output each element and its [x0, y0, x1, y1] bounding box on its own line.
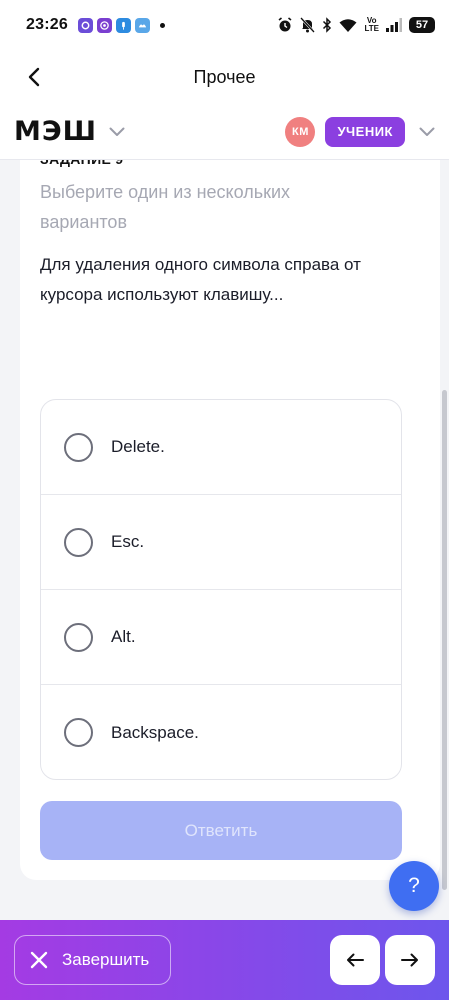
status-time: 23:26: [26, 16, 68, 33]
status-bar: 23:26 Vo LTE 57: [0, 0, 449, 50]
scrollbar[interactable]: [442, 390, 447, 890]
radio-button[interactable]: [64, 718, 93, 747]
signal-icon: [386, 18, 402, 32]
answer-option[interactable]: Delete.: [41, 400, 401, 495]
submit-button[interactable]: Ответить: [40, 801, 402, 860]
option-label: Esc.: [111, 532, 145, 551]
page-title: Прочее: [193, 66, 256, 87]
user-chevron-down-icon[interactable]: [419, 127, 435, 137]
radio-button[interactable]: [64, 432, 93, 462]
app-icon-3: [115, 17, 131, 33]
wifi-icon: [339, 18, 357, 33]
prev-button[interactable]: [330, 935, 380, 985]
status-app-icons: [77, 17, 165, 33]
answer-option[interactable]: Esc.: [41, 495, 401, 590]
chevron-left-icon: [28, 67, 40, 87]
volte-indicator: Vo LTE: [364, 16, 379, 33]
bottom-bar: Завершить: [0, 920, 449, 1000]
app-icon-1: [77, 17, 93, 33]
app-bar: МЭШ КМ УЧЕНИК: [0, 104, 449, 160]
radio-button[interactable]: [64, 527, 93, 557]
answer-options: Delete. Esc. Alt. Backspace.: [40, 399, 402, 780]
bluetooth-icon: [322, 17, 332, 33]
app-icon-2: [96, 17, 112, 33]
next-button[interactable]: [385, 935, 435, 985]
help-button[interactable]: ?: [389, 861, 439, 911]
finish-button[interactable]: Завершить: [14, 935, 171, 985]
mute-icon: [300, 17, 316, 33]
answer-option[interactable]: Alt.: [41, 590, 401, 685]
option-label: Delete.: [111, 437, 165, 456]
battery-icon: 57: [409, 17, 435, 33]
logo-chevron-down-icon[interactable]: [109, 127, 125, 137]
option-label: Alt.: [111, 627, 136, 646]
nav-header: Прочее: [0, 50, 449, 104]
question-text: Для удаления одного символа справа от ку…: [40, 255, 361, 304]
task-card: ЗАДАНИЕ 9 Выберите один из нескольких ва…: [20, 150, 440, 880]
notification-dot: [159, 22, 165, 28]
answer-option[interactable]: Backspace.: [41, 685, 401, 779]
close-icon: [30, 951, 48, 969]
app-logo[interactable]: МЭШ: [14, 116, 97, 147]
back-button[interactable]: [20, 63, 48, 91]
status-system-icons: Vo LTE 57: [277, 17, 435, 33]
option-label: Backspace.: [111, 722, 199, 742]
task-hint: Выберите один из нескольких вариантов: [40, 182, 291, 232]
alarm-icon: [277, 17, 293, 33]
user-menu: КМ УЧЕНИК: [285, 116, 435, 147]
avatar[interactable]: КМ: [285, 116, 316, 147]
radio-button[interactable]: [64, 622, 93, 652]
app-icon-4: [134, 17, 150, 33]
finish-label: Завершить: [62, 950, 150, 969]
arrow-left-icon: [347, 953, 364, 967]
role-badge[interactable]: УЧЕНИК: [325, 116, 405, 147]
arrow-right-icon: [401, 953, 418, 967]
